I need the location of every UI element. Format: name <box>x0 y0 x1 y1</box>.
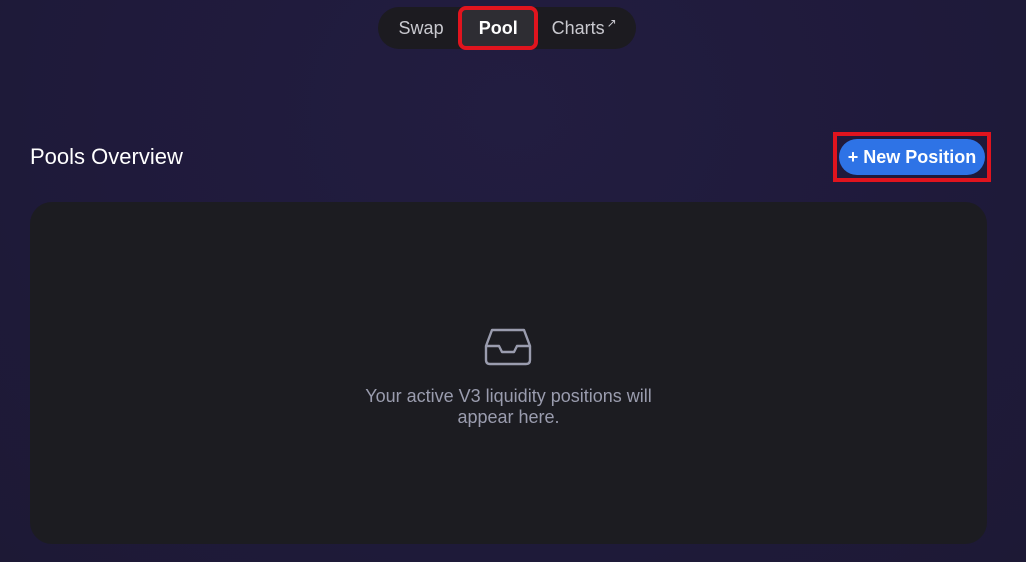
tab-pool-label: Pool <box>478 17 518 38</box>
tab-charts[interactable]: Charts ↗ <box>538 10 630 46</box>
inbox-icon <box>484 328 532 366</box>
tab-swap[interactable]: Swap <box>384 10 458 46</box>
tab-charts-label: Charts <box>551 17 605 38</box>
page-title: Pools Overview <box>30 144 183 169</box>
empty-state-line-1: Your active V3 liquidity positions will <box>365 386 652 406</box>
empty-state-text: Your active V3 liquidity positions will … <box>30 386 987 428</box>
external-link-icon: ↗ <box>606 16 617 30</box>
positions-panel: Your active V3 liquidity positions will … <box>30 202 987 544</box>
top-nav: Swap Pool Charts ↗ <box>378 6 636 50</box>
page: Swap Pool Charts ↗ Pools Overview + New … <box>0 0 1026 562</box>
new-position-button[interactable]: + New Position <box>839 139 985 175</box>
empty-state-line-2: appear here. <box>457 407 560 427</box>
new-position-highlight: + New Position <box>833 132 991 182</box>
tab-pool[interactable]: Pool <box>458 6 539 50</box>
tab-swap-label: Swap <box>398 17 444 38</box>
